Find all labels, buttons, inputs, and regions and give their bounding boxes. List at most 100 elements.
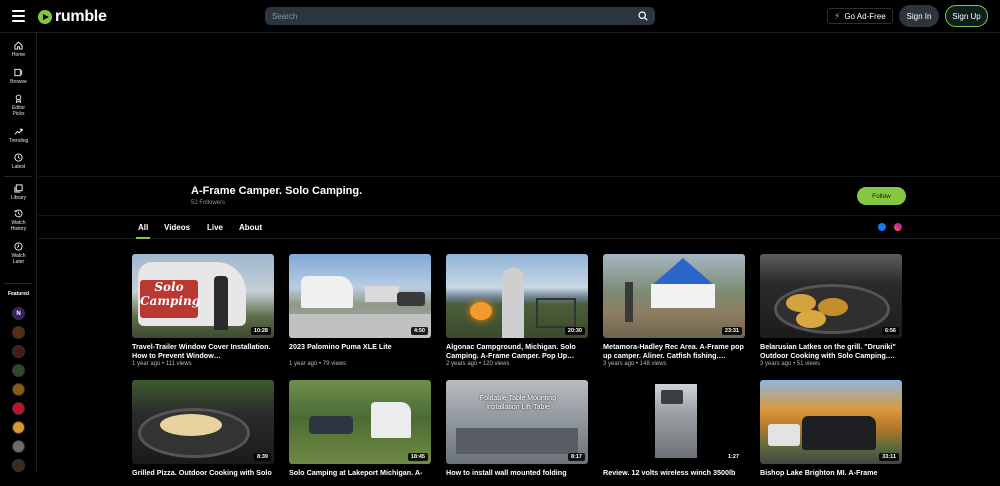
top-bar: rumble ⚡ Go Ad-Free Sign In Sign Up <box>0 0 1000 33</box>
featured-channel-avatar[interactable] <box>12 421 25 434</box>
library-icon <box>14 184 23 193</box>
home-icon <box>14 41 23 50</box>
browse-icon <box>14 68 23 77</box>
video-card[interactable]: 23:31 Metamora-Hadley Rec Area. A-Frame … <box>603 254 745 367</box>
sidebar-item-home[interactable]: Home <box>0 41 37 58</box>
tab-live[interactable]: Live <box>207 223 223 232</box>
video-duration: 8:39 <box>253 453 271 461</box>
featured-channel-avatar[interactable] <box>12 440 25 453</box>
sidebar-label: Watch History <box>10 220 27 232</box>
video-title[interactable]: Travel-Trailer Window Cover Installation… <box>132 342 274 360</box>
featured-channel-avatar[interactable] <box>12 383 25 396</box>
video-meta: 3 years ago • 51 views <box>760 361 821 367</box>
clock-icon <box>14 153 23 162</box>
sidebar-label: Latest <box>11 164 26 170</box>
sidebar-item-latest[interactable]: Latest <box>0 153 37 170</box>
instagram-icon[interactable] <box>894 223 902 231</box>
video-meta: 2 years ago • 120 views <box>446 361 510 367</box>
video-duration: 23:31 <box>721 327 742 335</box>
video-thumbnail[interactable]: 33:11 <box>760 380 902 464</box>
video-title[interactable]: Grilled Pizza. Outdoor Cooking with Solo <box>132 468 274 486</box>
video-duration: 6:56 <box>881 327 899 335</box>
video-thumbnail[interactable]: 23:31 <box>603 254 745 338</box>
video-title[interactable]: Metamora-Hadley Rec Area. A-Frame pop up… <box>603 342 745 360</box>
sidebar-item-watch-later[interactable]: Watch Later <box>0 242 37 265</box>
video-duration: 1:27 <box>724 453 742 461</box>
video-card[interactable]: 8:39 Grilled Pizza. Outdoor Cooking with… <box>132 380 274 486</box>
video-card[interactable]: 6:56 Belarusian Latkes on the grill. "Dr… <box>760 254 902 367</box>
watch-later-icon <box>14 242 23 251</box>
sidebar-label: Library <box>10 195 27 201</box>
video-duration: 20:30 <box>564 327 585 335</box>
video-meta: 1 year ago • 111 views <box>132 361 192 367</box>
facebook-icon[interactable] <box>878 223 886 231</box>
sidebar-item-trending[interactable]: Trending <box>0 127 37 144</box>
featured-channel-avatar[interactable]: N <box>12 307 25 320</box>
tab-all[interactable]: All <box>135 223 151 239</box>
sidebar-item-library[interactable]: Library <box>0 184 37 201</box>
featured-label: Featured <box>7 291 30 297</box>
rumble-logo[interactable]: rumble <box>38 8 107 26</box>
sidebar-item-editor-picks[interactable]: Editor Picks <box>0 94 37 117</box>
menu-icon[interactable] <box>12 10 25 22</box>
video-card[interactable]: 1:27 Review. 12 volts wireless winch 350… <box>603 380 745 486</box>
video-title[interactable]: Review. 12 volts wireless winch 3500lb <box>603 468 745 486</box>
featured-channel-avatar[interactable] <box>12 364 25 377</box>
video-card[interactable]: Solo Camping 10:28 Travel-Trailer Window… <box>132 254 274 367</box>
channel-banner <box>38 34 1000 176</box>
thumbnail-overlay-text: Solo Camping <box>140 280 201 308</box>
video-title[interactable]: Belarusian Latkes on the grill. "Druniki… <box>760 342 902 360</box>
follow-button[interactable]: Follow <box>857 187 906 205</box>
channel-info-strip <box>38 176 1000 216</box>
sidebar-label: Editor Picks <box>11 105 26 117</box>
video-thumbnail[interactable]: 8:39 <box>132 380 274 464</box>
sidebar-item-browse[interactable]: Browse <box>0 68 37 85</box>
video-card[interactable]: Foldable Table Mounting Installation Lif… <box>446 380 588 486</box>
video-card[interactable]: 4:50 2023 Palomino Puma XLE Lite 1 year … <box>289 254 431 367</box>
featured-channel-avatar[interactable] <box>12 402 25 415</box>
thumbnail-overlay-text: Foldable Table Mounting Installation Lif… <box>479 395 557 411</box>
video-duration: 8:17 <box>567 453 585 461</box>
award-icon <box>15 94 22 103</box>
video-duration: 33:11 <box>879 453 899 461</box>
sidebar-label: Trending <box>8 138 29 144</box>
search-input[interactable] <box>265 11 625 21</box>
sign-in-button[interactable]: Sign In <box>899 5 939 27</box>
featured-channel-avatar[interactable] <box>12 326 25 339</box>
video-meta: 1 year ago • 79 views <box>289 361 347 367</box>
video-card[interactable]: 33:11 Bishop Lake Brighton MI. A-Frame <box>760 380 902 486</box>
search-icon[interactable] <box>638 11 648 21</box>
featured-channel-avatar[interactable] <box>12 345 25 358</box>
trending-icon <box>14 128 23 135</box>
tab-videos[interactable]: Videos <box>164 223 190 232</box>
video-duration: 4:50 <box>410 327 428 335</box>
sidebar-divider <box>4 283 32 284</box>
video-thumbnail[interactable]: 6:56 <box>760 254 902 338</box>
sign-up-button[interactable]: Sign Up <box>945 5 988 27</box>
tab-about[interactable]: About <box>239 223 262 232</box>
video-thumbnail[interactable]: 18:45 <box>289 380 431 464</box>
video-title[interactable]: Algonac Campground, Michigan. Solo Campi… <box>446 342 588 360</box>
search-bar <box>265 7 655 25</box>
video-thumbnail[interactable]: Solo Camping 10:28 <box>132 254 274 338</box>
video-thumbnail[interactable]: Foldable Table Mounting Installation Lif… <box>446 380 588 464</box>
video-title[interactable]: Solo Camping at Lakeport Michigan. A- <box>289 468 431 486</box>
video-title[interactable]: Bishop Lake Brighton MI. A-Frame <box>760 468 902 486</box>
sidebar-label: Home <box>11 52 26 58</box>
go-ad-free-button[interactable]: ⚡ Go Ad-Free <box>827 8 893 24</box>
video-card[interactable]: 20:30 Algonac Campground, Michigan. Solo… <box>446 254 588 367</box>
bolt-icon: ⚡ <box>834 10 841 21</box>
video-meta: 3 years ago • 148 views <box>603 361 667 367</box>
video-thumbnail[interactable]: 4:50 <box>289 254 431 338</box>
sidebar: Home Browse Editor Picks Trending Latest… <box>0 33 37 472</box>
video-title[interactable]: 2023 Palomino Puma XLE Lite <box>289 342 431 360</box>
video-card[interactable]: 18:45 Solo Camping at Lakeport Michigan.… <box>289 380 431 486</box>
video-title[interactable]: How to install wall mounted folding <box>446 468 588 486</box>
rumble-logo-icon <box>38 10 52 24</box>
video-thumbnail[interactable]: 1:27 <box>603 380 745 464</box>
sidebar-label: Watch Later <box>11 253 26 265</box>
logo-text: rumble <box>55 8 107 25</box>
sidebar-item-watch-history[interactable]: Watch History <box>0 209 37 232</box>
video-thumbnail[interactable]: 20:30 <box>446 254 588 338</box>
featured-channel-avatar[interactable] <box>12 459 25 472</box>
